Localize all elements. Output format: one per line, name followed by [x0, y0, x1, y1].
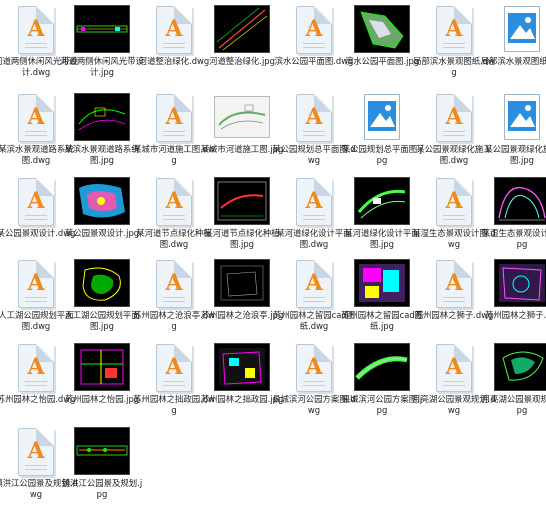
file-item[interactable]: 苏州园林之怡园.jpg	[65, 342, 139, 430]
file-item[interactable]: 某湿生态景观设计图.jpg	[482, 176, 546, 264]
file-item[interactable]: 某公园规划总平面图.jpg	[342, 92, 422, 180]
file-name-label: 某公园景观绿化施工图.jpg	[484, 144, 546, 165]
file-item[interactable]: A 某公园景观设计.dwg	[0, 176, 75, 264]
image-file-icon	[353, 92, 411, 142]
dwg-file-icon: A	[285, 176, 343, 226]
cad-thumbnail	[73, 426, 131, 476]
dwg-file-icon: A	[145, 4, 203, 54]
file-item[interactable]: 某城市河道施工图.jpg	[201, 92, 283, 180]
dwg-file-icon: A	[145, 342, 203, 392]
image-file-icon	[493, 4, 546, 54]
dwg-file-icon: A	[285, 342, 343, 392]
file-item[interactable]: A 月亮湖公园景观规划.dwg	[412, 342, 496, 430]
cad-thumbnail	[213, 176, 271, 226]
cad-thumbnail	[73, 176, 131, 226]
file-item[interactable]: A 某湿生态景观设计图.dwg	[412, 176, 496, 264]
cad-thumbnail	[353, 4, 411, 54]
file-item[interactable]: A 河道整治绿化.dwg	[138, 4, 210, 92]
file-item[interactable]: A 县城滨河公园方案图.dwg	[272, 342, 356, 430]
cad-thumbnail	[73, 92, 131, 142]
dwg-file-icon: A	[285, 4, 343, 54]
file-item[interactable]: A 苏州园林之留园cad图纸.dwg	[273, 258, 355, 346]
dwg-file-icon: A	[7, 258, 65, 308]
file-name-label: 月亮湖公园景观规划.jpg	[481, 394, 546, 415]
dwg-file-icon: A	[7, 4, 65, 54]
file-item[interactable]: A 苏州园林之狮子.dwg	[415, 258, 493, 346]
file-item[interactable]: 河道整治绿化.jpg	[206, 4, 278, 92]
cad-thumbnail	[493, 176, 546, 226]
file-item[interactable]: A 某河道绿化设计平面图.dwg	[276, 176, 352, 264]
dwg-file-icon: A	[425, 92, 483, 142]
file-name-label: 某湿生态景观设计图.jpg	[481, 228, 546, 249]
cad-thumbnail	[493, 342, 546, 392]
cad-thumbnail	[353, 176, 411, 226]
file-item[interactable]: 某公园景观设计.jpg	[65, 176, 139, 264]
file-item[interactable]: A 苏州园林之怡园.dwg	[0, 342, 75, 430]
file-item[interactable]: A 某河道节点绿化种植图.dwg	[136, 176, 212, 264]
dwg-file-icon: A	[425, 258, 483, 308]
cad-thumbnail	[213, 258, 271, 308]
file-item[interactable]: 河道两侧休闲风光带设计.jpg	[60, 4, 144, 92]
drawing-thumbnail	[213, 92, 271, 142]
file-item[interactable]: 某滨水景观道路系统图.jpg	[64, 92, 140, 180]
dwg-file-icon: A	[285, 92, 343, 142]
file-item[interactable]: 苏州园林之拙政园.jpg	[201, 342, 283, 430]
file-item[interactable]: 某公园景观绿化施工图.jpg	[484, 92, 546, 180]
file-item[interactable]: 滨水公园平面图.jpg	[345, 4, 419, 92]
file-item[interactable]: A 某公园规划总平面图.dwg	[272, 92, 356, 180]
dwg-file-icon: A	[7, 426, 65, 476]
cad-thumbnail	[73, 258, 131, 308]
image-file-icon	[493, 92, 546, 142]
dwg-file-icon: A	[7, 92, 65, 142]
cad-thumbnail	[73, 342, 131, 392]
dwg-file-icon: A	[145, 176, 203, 226]
file-item[interactable]: A 某城市河道施工图.dwg	[133, 92, 215, 180]
file-item[interactable]: 苏州园林之沧浪亭.jpg	[201, 258, 283, 346]
dwg-file-icon: A	[7, 176, 65, 226]
file-item[interactable]: 苏州园林之狮子.jpg	[485, 258, 546, 346]
file-item[interactable]: A 苏州园林之沧浪亭.dwg	[133, 258, 215, 346]
cad-thumbnail	[353, 258, 411, 308]
file-item[interactable]: 县城滨河公园方案图.jpg	[342, 342, 422, 430]
dwg-file-icon: A	[425, 176, 483, 226]
file-item[interactable]: 人工湖公园规划平面图.jpg	[64, 258, 140, 346]
file-item[interactable]: 月亮湖公园景观规划.jpg	[482, 342, 546, 430]
file-item[interactable]: A 镇洪江公园景及规划.dwg	[0, 426, 78, 514]
dwg-file-icon: A	[145, 92, 203, 142]
file-name-label: 苏州园林之狮子.jpg	[484, 310, 546, 320]
file-item[interactable]: A 滨水公园平面图.dwg	[275, 4, 353, 92]
file-item[interactable]: A 河道两侧休闲风光带设计.dwg	[0, 4, 78, 92]
file-item[interactable]: A 某公园景观绿化施工图.dwg	[416, 92, 492, 180]
file-item[interactable]: A 某滨水景观道路系统图.dwg	[0, 92, 74, 180]
cad-thumbnail	[213, 4, 271, 54]
file-name-label: 局部滨水景观图纸.jpg	[480, 56, 546, 66]
file-item[interactable]: 镇洪江公园景及规划.jpg	[62, 426, 142, 514]
file-item[interactable]: A 苏州园林之拙政园.dwg	[133, 342, 215, 430]
file-item[interactable]: A 人工湖公园规划平面图.dwg	[0, 258, 74, 346]
dwg-file-icon: A	[145, 258, 203, 308]
cad-thumbnail	[73, 4, 131, 54]
cad-thumbnail	[213, 342, 271, 392]
file-item[interactable]: 苏州园林之留园cad图纸.jpg	[341, 258, 423, 346]
file-item[interactable]: 某河道绿化设计平面图.jpg	[344, 176, 420, 264]
file-name-label: 镇洪江公园景及规划.jpg	[61, 478, 143, 499]
dwg-file-icon: A	[425, 342, 483, 392]
file-item[interactable]: 某河道节点绿化种植图.jpg	[204, 176, 280, 264]
file-item[interactable]: A 局部滨水景观图纸.dwg	[413, 4, 495, 92]
cad-thumbnail	[493, 258, 546, 308]
file-grid: A 河道两侧休闲风光带设计.dwg 河道两侧休闲风光带设计.jpg A 河道整治绿化.d…	[0, 0, 546, 500]
file-item[interactable]: 局部滨水景观图纸.jpg	[481, 4, 546, 92]
dwg-file-icon: A	[285, 258, 343, 308]
cad-thumbnail	[353, 342, 411, 392]
dwg-file-icon: A	[425, 4, 483, 54]
dwg-file-icon: A	[7, 342, 65, 392]
